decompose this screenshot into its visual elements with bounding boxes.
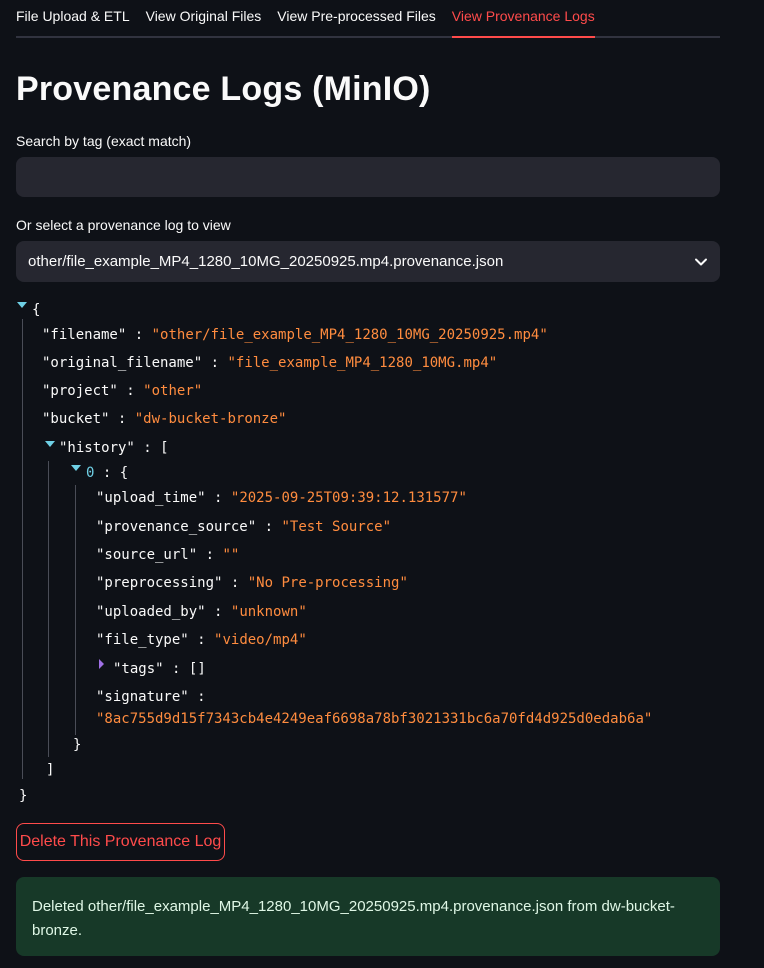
json-row-signature: "signature" : bbox=[96, 688, 206, 706]
json-colon: : bbox=[264, 519, 274, 535]
json-row-bucket: "bucket" : "dw-bucket-bronze" bbox=[42, 410, 286, 428]
provenance-log-select[interactable]: other/file_example_MP4_1280_10MG_2025092… bbox=[16, 241, 720, 282]
json-colon: : bbox=[134, 327, 144, 343]
json-key: "project" bbox=[42, 383, 118, 399]
json-row-history: "history" : [ bbox=[59, 439, 169, 457]
json-key: "provenance_source" bbox=[96, 519, 257, 535]
json-index: 0 bbox=[86, 465, 95, 481]
json-row-file-type: "file_type" : "video/mp4" bbox=[96, 631, 307, 649]
json-row-tags: "tags" : [] bbox=[113, 660, 206, 678]
json-colon: : bbox=[210, 355, 220, 371]
search-input[interactable] bbox=[16, 157, 720, 197]
json-value: "video/mp4" bbox=[214, 632, 307, 648]
json-open-brace: { bbox=[32, 302, 41, 318]
json-colon: : bbox=[143, 440, 152, 456]
json-colon: : bbox=[197, 632, 206, 648]
collapse-root-icon[interactable] bbox=[17, 302, 27, 308]
json-row-original-filename: "original_filename" : "file_example_MP4_… bbox=[42, 354, 497, 372]
json-row-preprocessing: "preprocessing" : "No Pre-processing" bbox=[96, 574, 408, 592]
json-key: "upload_time" bbox=[96, 490, 206, 506]
json-value: "Test Source" bbox=[281, 519, 392, 535]
json-value: "other" bbox=[143, 383, 203, 399]
tab-view-provenance-logs[interactable]: View Provenance Logs bbox=[451, 0, 595, 38]
json-row-uploaded-by: "uploaded_by" : "unknown" bbox=[96, 603, 307, 621]
json-key: "bucket" bbox=[42, 411, 110, 427]
alert-message-line-2: bronze. bbox=[32, 922, 83, 939]
success-alert: Deleted other/file_example_MP4_1280_10MG… bbox=[16, 877, 720, 956]
json-close-bracket: ] bbox=[46, 762, 55, 778]
search-label: Search by tag (exact match) bbox=[16, 133, 192, 149]
json-signature-value: "8ac755d9d15f7343cb4e4249eaf6698a78bf302… bbox=[96, 711, 653, 727]
select-label: Or select a provenance log to view bbox=[16, 217, 231, 233]
json-key: "tags" bbox=[113, 661, 164, 677]
delete-provenance-log-button[interactable]: Delete This Provenance Log bbox=[16, 823, 225, 861]
json-row-project: "project" : "other" bbox=[42, 382, 202, 400]
tab-view-original-files[interactable]: View Original Files bbox=[146, 0, 262, 38]
tree-guide-item bbox=[75, 485, 76, 735]
json-value: "unknown" bbox=[230, 604, 307, 620]
json-colon: : bbox=[214, 604, 223, 620]
json-colon: : bbox=[230, 575, 240, 591]
json-value: "2025-09-25T09:39:12.131577" bbox=[230, 490, 467, 506]
json-row-source-url: "source_url" : "" bbox=[96, 546, 239, 564]
expand-tags-icon[interactable] bbox=[99, 659, 104, 669]
json-colon: : bbox=[126, 383, 135, 399]
page-title: Provenance Logs (MinIO) bbox=[16, 70, 431, 108]
json-key: "filename" bbox=[42, 327, 127, 343]
json-key: "signature" bbox=[96, 689, 189, 705]
json-row-filename: "filename" : "other/file_example_MP4_128… bbox=[42, 326, 548, 344]
tab-file-upload-etl[interactable]: File Upload & ETL bbox=[16, 0, 130, 38]
json-value: "" bbox=[222, 547, 240, 563]
json-open-brace: { bbox=[119, 465, 129, 481]
json-value: "dw-bucket-bronze" bbox=[134, 411, 287, 427]
json-colon: : bbox=[214, 490, 223, 506]
json-colon: : bbox=[197, 689, 206, 705]
json-key: "original_filename" bbox=[42, 355, 203, 371]
chevron-down-icon bbox=[695, 258, 707, 265]
json-colon: : bbox=[117, 411, 127, 427]
select-value: other/file_example_MP4_1280_10MG_2025092… bbox=[28, 253, 504, 270]
json-empty-array: [] bbox=[188, 661, 206, 677]
json-key: "preprocessing" bbox=[96, 575, 223, 591]
json-value: "file_example_MP4_1280_10MG.mp4" bbox=[227, 355, 498, 371]
json-colon: : bbox=[172, 661, 181, 677]
json-colon: : bbox=[102, 465, 112, 481]
alert-message-line-1: Deleted other/file_example_MP4_1280_10MG… bbox=[32, 898, 675, 915]
collapse-item-0-icon[interactable] bbox=[71, 465, 81, 471]
json-value: "No Pre-processing" bbox=[247, 575, 408, 591]
json-close-brace-item: } bbox=[73, 737, 82, 753]
json-row-item-0: 0 : { bbox=[86, 464, 128, 482]
json-key: "file_type" bbox=[96, 632, 189, 648]
tree-guide-history bbox=[48, 461, 49, 757]
json-row-upload-time: "upload_time" : "2025-09-25T09:39:12.131… bbox=[96, 489, 467, 507]
json-key: "history" bbox=[59, 440, 135, 456]
tree-guide-root bbox=[22, 319, 23, 779]
json-value: "other/file_example_MP4_1280_10MG_202509… bbox=[151, 327, 548, 343]
json-key: "uploaded_by" bbox=[96, 604, 206, 620]
json-open-bracket: [ bbox=[160, 440, 169, 456]
json-colon: : bbox=[205, 547, 215, 563]
tab-view-preprocessed-files[interactable]: View Pre-processed Files bbox=[277, 0, 435, 38]
collapse-history-icon[interactable] bbox=[45, 441, 55, 447]
tab-bar: File Upload & ETL View Original Files Vi… bbox=[16, 0, 720, 38]
json-row-provenance-source: "provenance_source" : "Test Source" bbox=[96, 518, 391, 536]
json-close-brace-root: } bbox=[19, 788, 28, 804]
json-key: "source_url" bbox=[96, 547, 198, 563]
